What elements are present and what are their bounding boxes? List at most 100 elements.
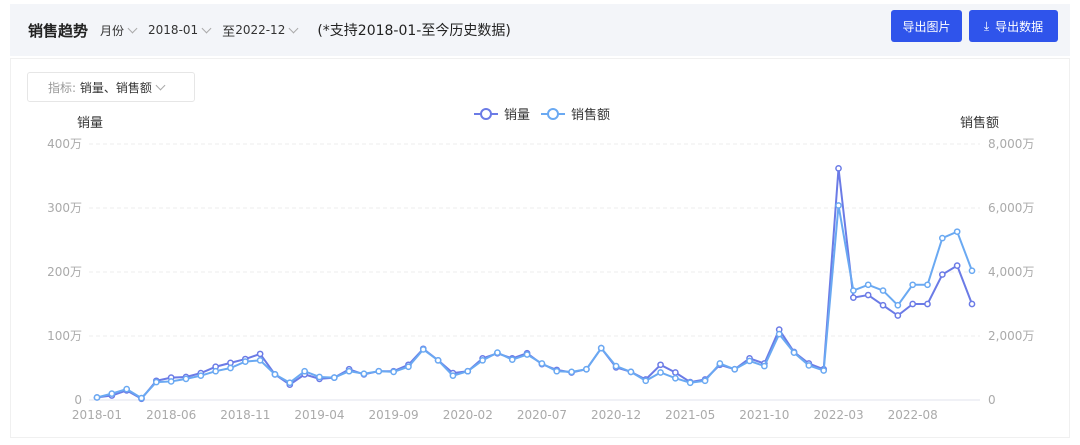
data-point-sales-volume [909, 300, 917, 308]
x-tick-label: 2019-09 [369, 408, 419, 422]
data-point-sales-volume [953, 262, 961, 269]
data-point-sales-amount [93, 394, 101, 401]
data-point-sales-volume [850, 294, 857, 301]
data-point-sales-amount [330, 374, 338, 381]
y-left-tick-label: 100万 [47, 329, 82, 343]
data-point-sales-amount [508, 356, 516, 364]
data-point-sales-amount [672, 374, 679, 382]
data-point-sales-amount [568, 368, 575, 376]
legend-label-sales-volume[interactable]: 销量 [504, 108, 530, 123]
data-point-sales-amount [761, 362, 768, 370]
y-left-axis-title: 销量 [77, 116, 103, 131]
x-tick-label: 2018-06 [146, 408, 196, 422]
data-point-sales-amount [894, 301, 902, 309]
data-point-sales-volume [924, 300, 931, 308]
y-right-tick-label: 0 [988, 393, 996, 407]
data-point-sales-amount [479, 356, 486, 364]
data-point-sales-amount [924, 281, 931, 289]
data-point-sales-volume [894, 312, 902, 319]
legend-marker-sales-amount [547, 108, 559, 120]
data-point-sales-amount [375, 367, 383, 375]
data-point-sales-amount [583, 365, 590, 373]
data-point-sales-amount [657, 369, 664, 376]
data-point-sales-volume [864, 291, 872, 299]
y-right-tick-label: 4,000万 [988, 265, 1034, 279]
data-point-sales-amount [538, 360, 546, 367]
data-point-sales-amount [123, 385, 131, 393]
x-tick-label: 2022-08 [888, 408, 938, 422]
data-point-sales-amount [316, 373, 323, 381]
data-point-sales-amount [212, 367, 219, 375]
data-point-sales-amount [434, 356, 442, 364]
data-point-sales-amount [597, 344, 605, 352]
data-point-sales-amount [805, 362, 813, 369]
data-point-sales-amount [820, 367, 828, 374]
data-point-sales-amount [301, 367, 308, 375]
data-point-sales-amount [271, 371, 279, 378]
data-point-sales-volume [256, 350, 264, 358]
data-point-sales-amount [405, 363, 412, 371]
x-tick-label: 2020-07 [517, 408, 567, 422]
data-point-sales-amount [345, 367, 353, 375]
x-tick-label: 2021-10 [739, 408, 789, 422]
legend-marker-sales-volume [480, 108, 492, 120]
x-tick-label: 2021-05 [665, 408, 715, 422]
data-point-sales-amount [790, 349, 798, 356]
x-tick-label: 2020-12 [591, 408, 641, 422]
data-point-sales-amount [256, 356, 264, 364]
data-point-sales-amount [182, 375, 190, 383]
data-point-sales-volume [672, 369, 679, 376]
y-left-tick-label: 400万 [47, 137, 82, 151]
data-point-sales-amount [627, 368, 635, 376]
data-point-sales-amount [390, 368, 397, 376]
data-point-sales-amount [360, 370, 368, 378]
y-right-axis-title: 销售额 [960, 115, 999, 131]
data-point-sales-amount [612, 362, 620, 370]
x-tick-label: 2020-02 [443, 408, 493, 422]
data-point-sales-amount [909, 281, 917, 289]
data-point-sales-amount [746, 357, 753, 365]
y-right-tick-label: 6,000万 [988, 201, 1034, 215]
data-point-sales-amount [464, 367, 472, 375]
data-point-sales-amount [716, 360, 724, 367]
data-point-sales-amount [775, 330, 783, 338]
x-tick-label: 2018-11 [220, 408, 270, 422]
data-point-sales-amount [938, 234, 946, 242]
data-point-sales-amount [152, 378, 160, 386]
y-right-tick-label: 8,000万 [988, 137, 1034, 151]
data-point-sales-amount [879, 287, 887, 294]
data-point-sales-amount [449, 372, 457, 380]
data-point-sales-amount [686, 379, 694, 387]
legend[interactable]: 销量 销售额 [474, 107, 610, 123]
data-point-sales-amount [419, 346, 427, 353]
data-point-sales-amount [701, 377, 709, 385]
data-point-sales-volume [938, 271, 946, 278]
data-point-sales-amount [227, 364, 234, 372]
data-point-sales-amount [494, 349, 501, 356]
y-right-tick-label: 2,000万 [988, 329, 1034, 343]
data-point-sales-amount [968, 267, 976, 275]
data-point-sales-amount [864, 281, 872, 289]
data-point-sales-volume [879, 301, 887, 309]
data-point-sales-amount [241, 358, 249, 365]
data-point-sales-amount [286, 379, 294, 387]
data-point-sales-volume [657, 361, 664, 369]
y-left-tick-label: 200万 [47, 265, 82, 279]
data-point-sales-amount [108, 390, 116, 397]
data-point-sales-amount [850, 287, 857, 294]
x-tick-label: 2022-03 [813, 408, 863, 422]
data-point-sales-amount [197, 372, 205, 380]
data-point-sales-volume [835, 164, 842, 172]
legend-label-sales-amount[interactable]: 销售额 [571, 107, 610, 123]
data-point-sales-amount [523, 351, 531, 358]
data-point-sales-amount [642, 377, 650, 385]
y-left-tick-label: 300万 [47, 201, 82, 215]
x-tick-label: 2019-04 [294, 408, 344, 422]
y-left-tick-label: 0 [74, 393, 82, 407]
data-point-sales-amount [138, 394, 145, 402]
data-point-sales-amount [953, 228, 961, 236]
x-tick-label: 2018-01 [72, 408, 122, 422]
data-point-sales-amount [167, 378, 175, 385]
data-point-sales-volume [968, 300, 976, 308]
data-point-sales-amount [553, 367, 561, 375]
